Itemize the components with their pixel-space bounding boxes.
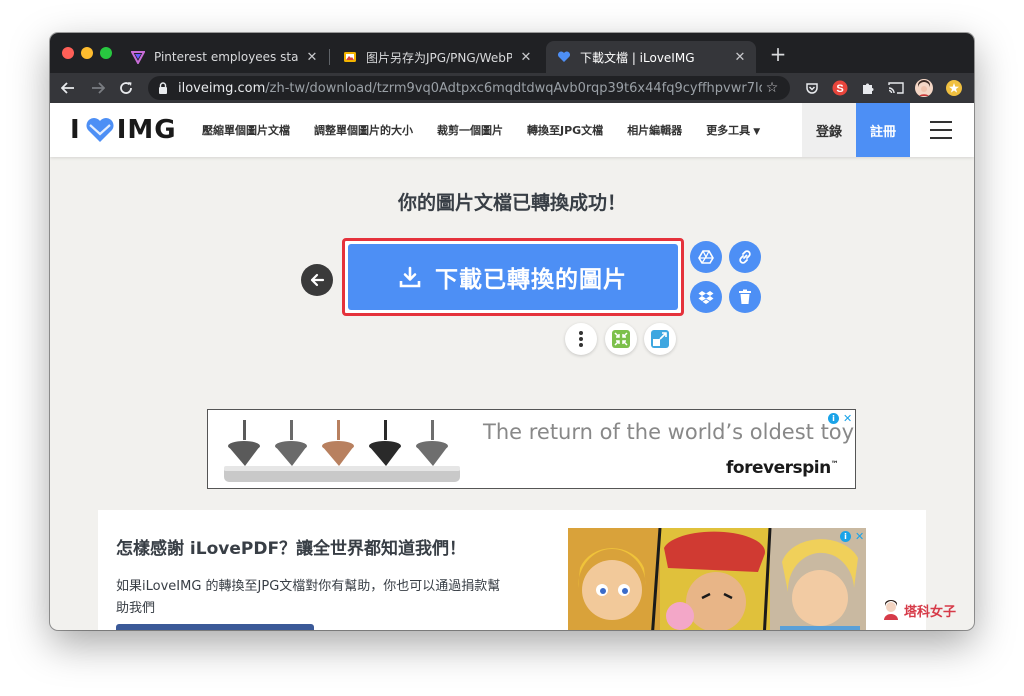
close-window-button[interactable] [62,47,74,59]
resize-tool-button[interactable] [644,323,676,355]
dropbox-icon [698,291,714,304]
ad-brand: foreverspin™ [726,458,839,478]
tab-pinterest[interactable]: Pinterest employees stage virtu ✕ [120,41,330,73]
address-bar[interactable]: iloveimg.com/zh-tw/download/tzrm9vq0Adtp… [148,76,790,100]
ad-banner[interactable]: The return of the world’s oldest toy! fo… [207,409,856,489]
donate-card: 怎樣感謝 iLovePDF？讓全世界都知道我們！ 如果iLoveIMG 的轉換至… [98,510,926,630]
maximize-window-button[interactable] [100,47,112,59]
browser-window: Pinterest employees stage virtu ✕ 图片另存为J… [50,33,974,630]
s-extension-icon[interactable]: S [830,78,850,98]
adchoices-icon[interactable]: i ✕ [840,530,864,543]
arrow-left-icon [310,273,325,287]
download-highlight-frame: 下載已轉換的圖片 [342,238,684,316]
logo-text-left: I [70,115,81,145]
google-drive-button[interactable] [690,241,722,273]
site-header: I IMG 壓縮單個圖片文檔 調整單個圖片的大小 裁剪一個圖片 轉換至JPG文檔… [50,103,974,157]
minimize-window-button[interactable] [81,47,93,59]
cast-icon[interactable] [886,78,906,98]
nav-compress-image[interactable]: 壓縮單個圖片文檔 [202,122,290,138]
nav-more-tools[interactable]: 更多工具 ▼ [706,122,760,138]
url-path: /zh-tw/download/tzrm9vq0Adtpxc6mqdtdwqAv… [265,80,762,96]
tab-title: Pinterest employees stage virtu [154,50,298,64]
close-tab-icon[interactable]: ✕ [518,49,534,65]
copy-link-button[interactable] [729,241,761,273]
profile-avatar-icon[interactable] [914,78,934,98]
three-dots-vertical-icon [579,331,583,347]
puzzle-icon[interactable] [858,78,878,98]
comic-ad-image[interactable]: i ✕ [568,528,866,630]
image-icon [342,49,358,65]
main-nav: 壓縮單個圖片文檔 調整單個圖片的大小 裁剪一個圖片 轉換至JPG文檔 相片編輯器… [202,103,784,157]
back-arrow-button[interactable] [301,264,333,296]
new-tab-button[interactable]: + [768,44,788,65]
adchoices-icon[interactable]: i ✕ [828,412,852,425]
close-ad-icon[interactable]: ✕ [855,530,864,543]
watermark-avatar-icon [882,600,900,620]
logo-text-right: IMG [116,115,177,145]
signup-button[interactable]: 註冊 [856,103,910,157]
compress-icon [612,330,630,348]
nav-more-tools-label: 更多工具 [706,124,751,137]
reload-icon[interactable] [116,78,136,98]
url-text: iloveimg.com/zh-tw/download/tzrm9vq0Adtp… [178,81,762,96]
heart-logo-icon [85,117,115,143]
login-button[interactable]: 登錄 [802,103,856,157]
back-arrow-icon[interactable] [58,78,78,98]
download-button-label: 下載已轉換的圖片 [435,267,627,293]
more-options-button[interactable] [565,323,597,355]
ad-brand-name: foreverspin [726,458,831,478]
nav-photo-editor[interactable]: 相片編輯器 [627,122,682,138]
tab-title: 图片另存为JPG/PNG/WebP - Ch [366,50,512,65]
donate-title: 怎樣感謝 iLovePDF？讓全世界都知道我們！ [116,539,467,559]
link-icon [739,250,751,264]
close-tab-icon[interactable]: ✕ [304,49,320,65]
bookmark-star-icon[interactable]: ☆ [762,80,782,96]
google-drive-icon [698,250,714,264]
vee-logo-icon [130,49,146,65]
pocket-icon[interactable] [802,78,822,98]
donate-body: 如果iLoveIMG 的轉換至JPG文檔對你有幫助，你也可以通過捐款幫助我們 [116,579,501,616]
browser-toolbar: iloveimg.com/zh-tw/download/tzrm9vq0Adtp… [50,73,974,103]
star-extension-icon[interactable] [944,78,964,98]
svg-text:S: S [836,83,843,95]
url-host: iloveimg.com [178,80,266,96]
watermark-text: 塔科女子 [904,604,957,620]
lock-icon[interactable] [158,82,172,94]
tab-iloveimg[interactable]: 下載文檔 | iLoveIMG ✕ [546,41,756,73]
delete-button[interactable] [729,281,761,313]
share-button[interactable] [116,624,314,630]
resize-icon [651,330,669,348]
nav-convert-to-jpg[interactable]: 轉換至JPG文檔 [527,122,603,138]
tab-separator [329,49,330,65]
dropbox-button[interactable] [690,281,722,313]
forward-arrow-icon[interactable] [88,78,108,98]
caret-down-icon: ▼ [753,127,761,137]
close-ad-icon[interactable]: ✕ [843,412,852,425]
nav-crop-image[interactable]: 裁剪一個圖片 [437,122,503,138]
iloveimg-logo[interactable]: I IMG [70,115,177,145]
hamburger-menu-icon[interactable] [930,121,952,139]
watermark: 塔科女子 [882,600,956,620]
trash-icon [739,289,751,304]
page-title: 你的圖片文檔已轉換成功！ [397,192,626,214]
download-button[interactable]: 下載已轉換的圖片 [348,244,678,310]
ad-brand-mark: ™ [830,459,839,469]
tab-title: 下載文檔 | iLoveIMG [580,50,695,65]
iloveimg-heart-icon [556,49,572,65]
ad-tagline: The return of the world’s oldest toy! [483,420,856,444]
tab-strip: Pinterest employees stage virtu ✕ 图片另存为J… [50,33,974,73]
tab-image-convert[interactable]: 图片另存为JPG/PNG/WebP - Ch ✕ [332,41,542,73]
close-tab-icon[interactable]: ✕ [732,49,748,65]
nav-resize-image[interactable]: 調整單個圖片的大小 [314,122,413,138]
spinning-tops-image [224,420,460,482]
compress-tool-button[interactable] [605,323,637,355]
download-icon [399,266,421,288]
